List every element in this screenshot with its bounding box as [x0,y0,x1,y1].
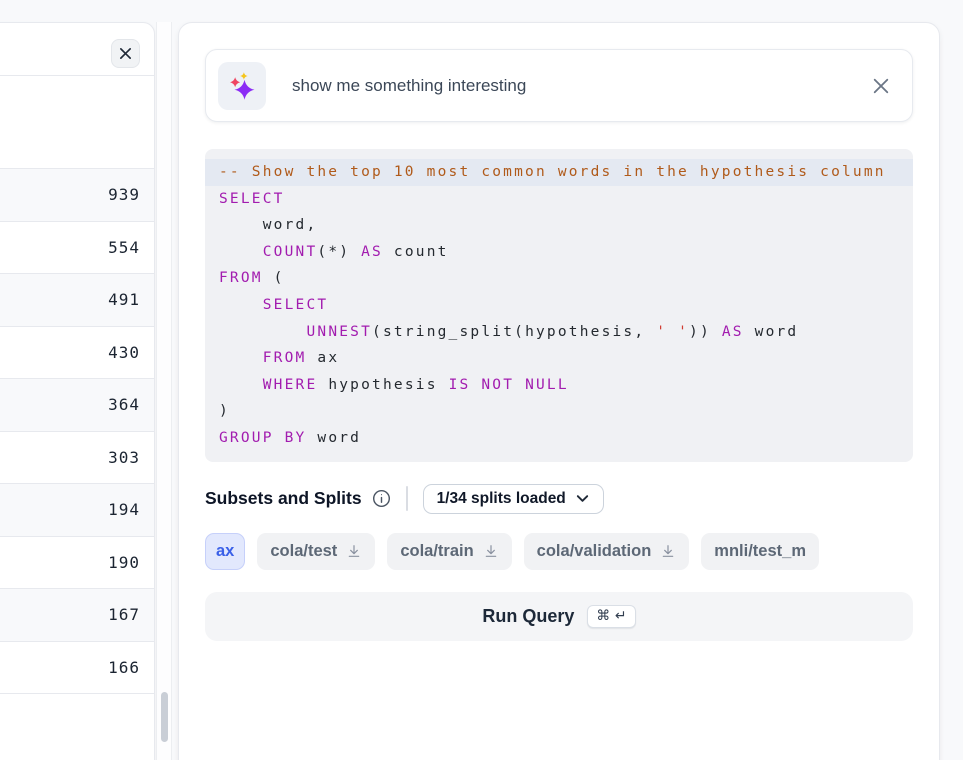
info-icon[interactable] [372,489,391,508]
subsets-splits-title: Subsets and Splits [205,488,362,509]
split-chip-label: mnli/test_m [714,542,806,561]
subsets-splits-header: Subsets and Splits 1/34 splits loaded [205,482,913,516]
code-line: SELECT [205,292,913,319]
split-chip-label: cola/validation [537,542,652,561]
table-panel-header [0,23,154,76]
chevron-down-icon [575,491,590,506]
split-chip[interactable]: cola/test [257,533,375,570]
code-line: SELECT [205,186,913,213]
split-chip-label: ax [216,542,234,561]
run-query-label: Run Query [482,606,574,627]
divider [406,486,408,511]
ai-query-bar[interactable]: show me something interesting [205,49,913,122]
split-chip-label: cola/train [400,542,473,561]
sparkles-icon [227,71,257,101]
table-row[interactable]: 939 [0,169,154,222]
sql-console-panel: show me something interesting -- Show th… [178,22,940,760]
code-line: word, [205,212,913,239]
table-row[interactable]: 554 [0,222,154,275]
code-line: ) [205,398,913,425]
table-scrollbar-thumb[interactable] [161,692,168,742]
table-row[interactable]: 166 [0,642,154,695]
run-query-button[interactable]: Run Query ⌘ ↵ [205,592,913,641]
close-icon [873,78,889,94]
table-row[interactable]: 194 [0,484,154,537]
download-icon [346,543,362,559]
clear-query-button[interactable] [870,75,892,97]
code-line: COUNT(*) AS count [205,239,913,266]
close-panel-button[interactable] [111,39,140,68]
dataset-table-panel: 939554491430364303194190167166 [0,22,155,760]
table-row[interactable]: 303 [0,432,154,485]
keyboard-shortcut-badge: ⌘ ↵ [587,605,635,628]
table-row[interactable]: 491 [0,274,154,327]
download-icon [660,543,676,559]
splits-loaded-label: 1/34 splits loaded [437,490,566,508]
code-line: FROM ( [205,265,913,292]
split-chips-row: ax cola/test cola/train cola/validation m… [205,533,940,570]
table-row[interactable]: 190 [0,537,154,590]
download-icon [483,543,499,559]
split-chip[interactable]: ax [205,533,245,570]
split-chip[interactable]: cola/train [387,533,511,570]
split-chip[interactable]: mnli/test_m [701,533,819,570]
table-row[interactable]: 364 [0,379,154,432]
code-line: FROM ax [205,345,913,372]
code-line: UNNEST(string_split(hypothesis, ' ')) AS… [205,319,913,346]
close-icon [119,47,132,60]
table-body: 939554491430364303194190167166 [0,169,154,694]
split-chip-label: cola/test [270,542,337,561]
ai-query-input[interactable]: show me something interesting [292,76,844,96]
table-scrollbar-track[interactable] [156,22,172,760]
table-row[interactable]: 167 [0,589,154,642]
sql-editor[interactable]: -- Show the top 10 most common words in … [205,149,913,462]
table-header-row [0,76,154,169]
splits-loaded-dropdown[interactable]: 1/34 splits loaded [423,484,604,514]
ai-sparkle-tile [218,62,266,110]
code-line: -- Show the top 10 most common words in … [205,159,913,186]
code-line: GROUP BY word [205,425,913,452]
split-chip[interactable]: cola/validation [524,533,690,570]
code-line: WHERE hypothesis IS NOT NULL [205,372,913,399]
table-row[interactable]: 430 [0,327,154,380]
